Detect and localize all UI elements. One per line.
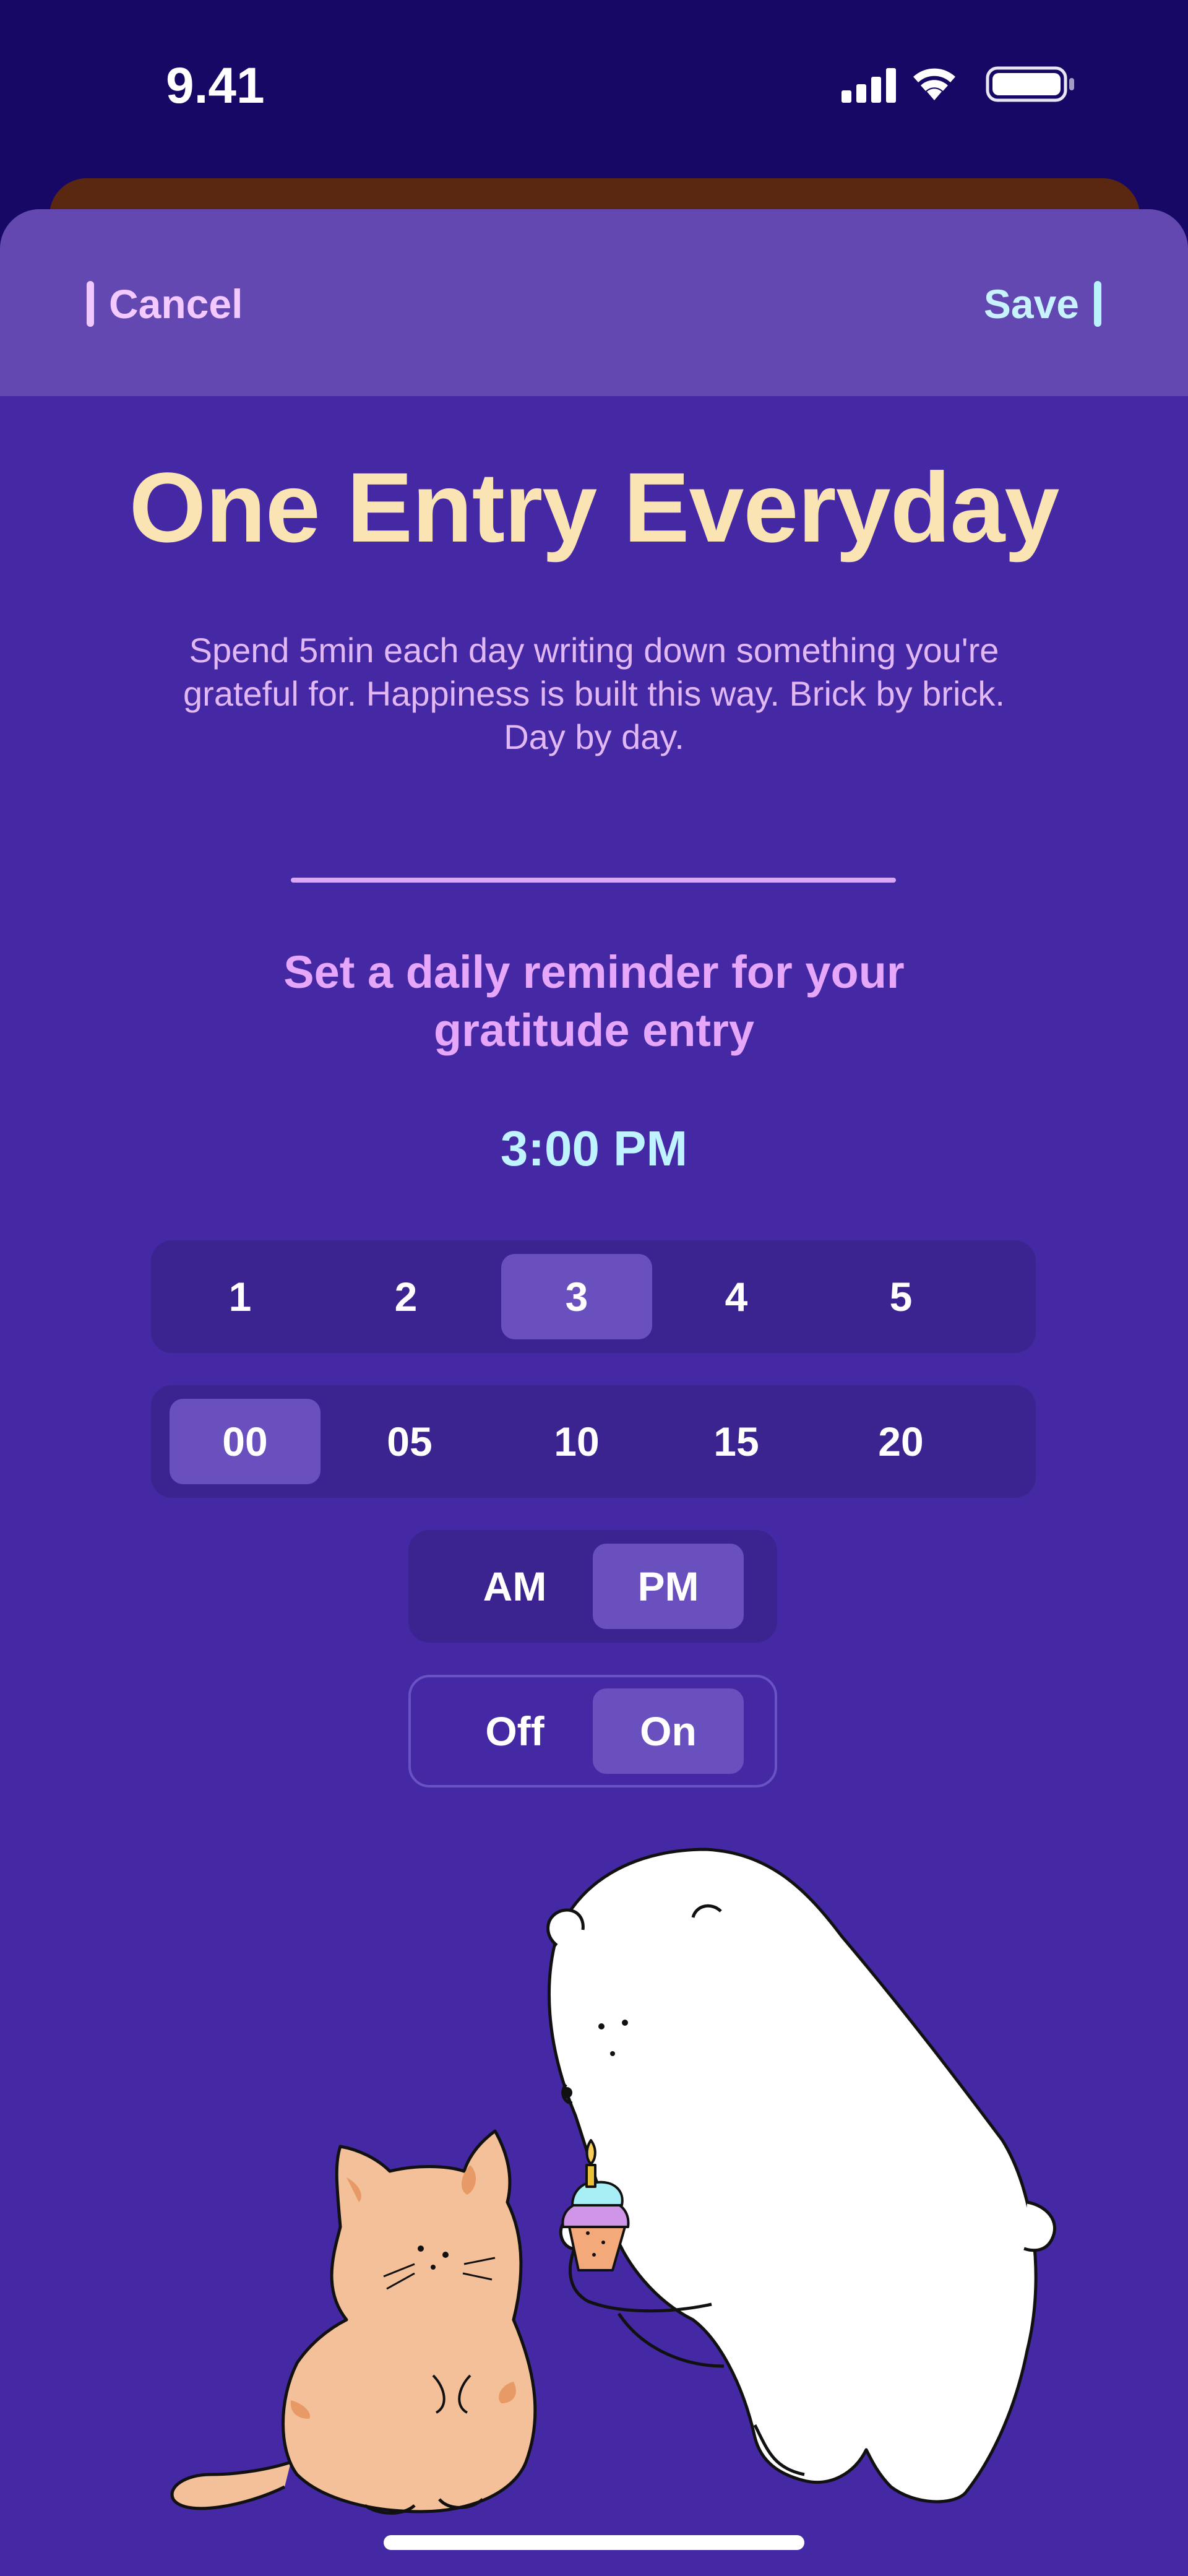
hour-option[interactable]: 1 [165,1254,316,1339]
cat-and-bear-illustration [170,1848,1056,2515]
screen: 9.41 Cancel Save One Entry Everyday Spen… [0,0,1188,2576]
page-title: One Entry Everyday [129,452,1060,563]
status-time: 9.41 [166,58,265,114]
pm-option-selected[interactable]: PM [593,1544,744,1629]
polar-bear-illustration [546,1848,1056,2504]
description-text: Spend 5min each day writing down somethi… [183,631,1005,756]
selected-time: 3:00 PM [500,1121,688,1176]
ampm-toggle[interactable]: AM PM [408,1530,777,1643]
save-accent-bar [1094,281,1101,327]
minute-picker[interactable]: 00 05 10 15 20 [151,1385,1036,1498]
minute-option-selected[interactable]: 00 [170,1399,321,1484]
save-label: Save [983,281,1079,327]
off-option[interactable]: Off [439,1688,590,1774]
battery-icon [986,66,1074,102]
on-option-selected[interactable]: On [593,1688,744,1774]
home-indicator[interactable] [384,2535,804,2550]
divider [291,878,896,883]
minute-option[interactable]: 05 [334,1399,485,1484]
sheet-header: Cancel Save [0,209,1188,396]
minute-option[interactable]: 15 [661,1399,812,1484]
hour-option-selected[interactable]: 3 [501,1254,652,1339]
save-button[interactable]: Save [984,281,1101,327]
cat-illustration [170,2129,537,2515]
minute-option[interactable]: 10 [501,1399,652,1484]
reminder-prompt: Set a daily reminder for your gratitude … [283,946,905,1056]
cellular-signal-icon [842,68,896,103]
reminder-sheet: Cancel Save One Entry Everyday Spend 5mi… [0,209,1188,2576]
hour-picker[interactable]: 1 2 3 4 5 [151,1240,1036,1353]
wifi-icon [913,68,955,100]
am-option[interactable]: AM [439,1544,590,1629]
hour-option[interactable]: 5 [825,1254,976,1339]
cancel-button[interactable]: Cancel [87,281,243,327]
hour-option[interactable]: 4 [661,1254,812,1339]
hour-option[interactable]: 2 [330,1254,481,1339]
cancel-accent-bar [87,281,94,327]
status-icons [842,66,1074,103]
minute-option[interactable]: 20 [825,1399,976,1484]
reminder-toggle[interactable]: Off On [408,1675,777,1787]
cancel-label: Cancel [109,281,243,327]
